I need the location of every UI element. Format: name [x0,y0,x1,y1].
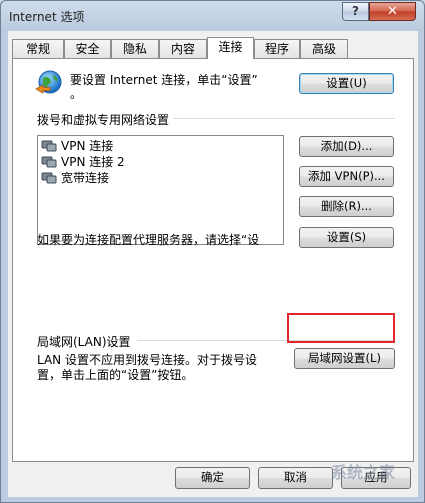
close-button[interactable]: ✕ [369,2,416,21]
close-icon: ✕ [387,4,398,19]
add-button[interactable]: 添加(D)... [299,136,394,157]
tab-label: 隐私 [122,42,147,56]
list-item[interactable]: VPN 连接 [41,138,113,154]
help-icon: ? [352,4,359,18]
dialup-divider [173,118,395,119]
remove-button[interactable]: 删除(R)... [299,196,394,217]
lan-settings-highlight [287,313,395,343]
setup-text-cont: 。 [70,87,83,101]
tab-security[interactable]: 安全 [64,39,111,58]
setup-button[interactable]: 设置(U) [299,73,394,94]
lan-settings-button[interactable]: 局域网设置(L) [294,348,395,369]
ok-button[interactable]: 确定 [175,467,250,489]
tab-programs[interactable]: 程序 [254,39,300,58]
watermark-text: 系统之家 [331,463,396,482]
help-button[interactable]: ? [342,2,369,21]
connections-list[interactable]: VPN 连接 VPN 连接 2 宽带连接 [37,135,284,245]
connections-panel: 要设置 Internet 连接，单击“设置” 。 设置(U) 拨号和虚拟专用网络… [12,58,414,462]
tab-label: 常规 [25,42,50,56]
tab-privacy[interactable]: 隐私 [111,39,159,58]
proxy-note: 如果要为连接配置代理服务器，请选择“设 [37,233,260,247]
connection-label: VPN 连接 2 [61,155,125,169]
tab-label: 安全 [75,42,100,56]
internet-options-window: Internet 选项 ? ✕ 常规 安全 隐私 内容 连接 程序 高级 要设置… [0,0,425,503]
tab-label: 连接 [218,40,243,54]
network-connection-icon [41,139,57,152]
lan-heading: 局域网(LAN)设置 [37,335,131,349]
window-title: Internet 选项 [9,10,85,24]
cancel-button[interactable]: 取消 [258,467,333,489]
setup-text: 要设置 Internet 连接，单击“设置” [70,73,258,87]
lan-note-line2: 置，单击上面的“设置”按钮。 [37,368,194,382]
connection-label: VPN 连接 [61,139,114,153]
connection-label: 宽带连接 [61,171,110,185]
add-vpn-button[interactable]: 添加 VPN(P)... [299,166,394,187]
tab-label: 程序 [264,42,289,56]
list-item[interactable]: VPN 连接 2 [41,154,125,170]
network-connection-icon [41,171,57,184]
dialup-heading: 拨号和虚拟专用网络设置 [37,113,170,127]
list-item[interactable]: 宽带连接 [41,170,109,186]
tab-advanced[interactable]: 高级 [300,39,348,58]
globe-network-icon [35,70,62,94]
tab-label: 内容 [170,42,195,56]
tab-content[interactable]: 内容 [159,39,207,58]
title-bar: Internet 选项 ? ✕ [1,1,424,31]
network-connection-icon [41,155,57,168]
dialog-client-area: 常规 安全 隐私 内容 连接 程序 高级 要设置 Internet 连接，单击“… [8,31,418,497]
tab-general[interactable]: 常规 [12,39,64,58]
tab-connections[interactable]: 连接 [207,37,254,59]
connection-settings-button[interactable]: 设置(S) [299,227,394,248]
tab-label: 高级 [311,42,336,56]
